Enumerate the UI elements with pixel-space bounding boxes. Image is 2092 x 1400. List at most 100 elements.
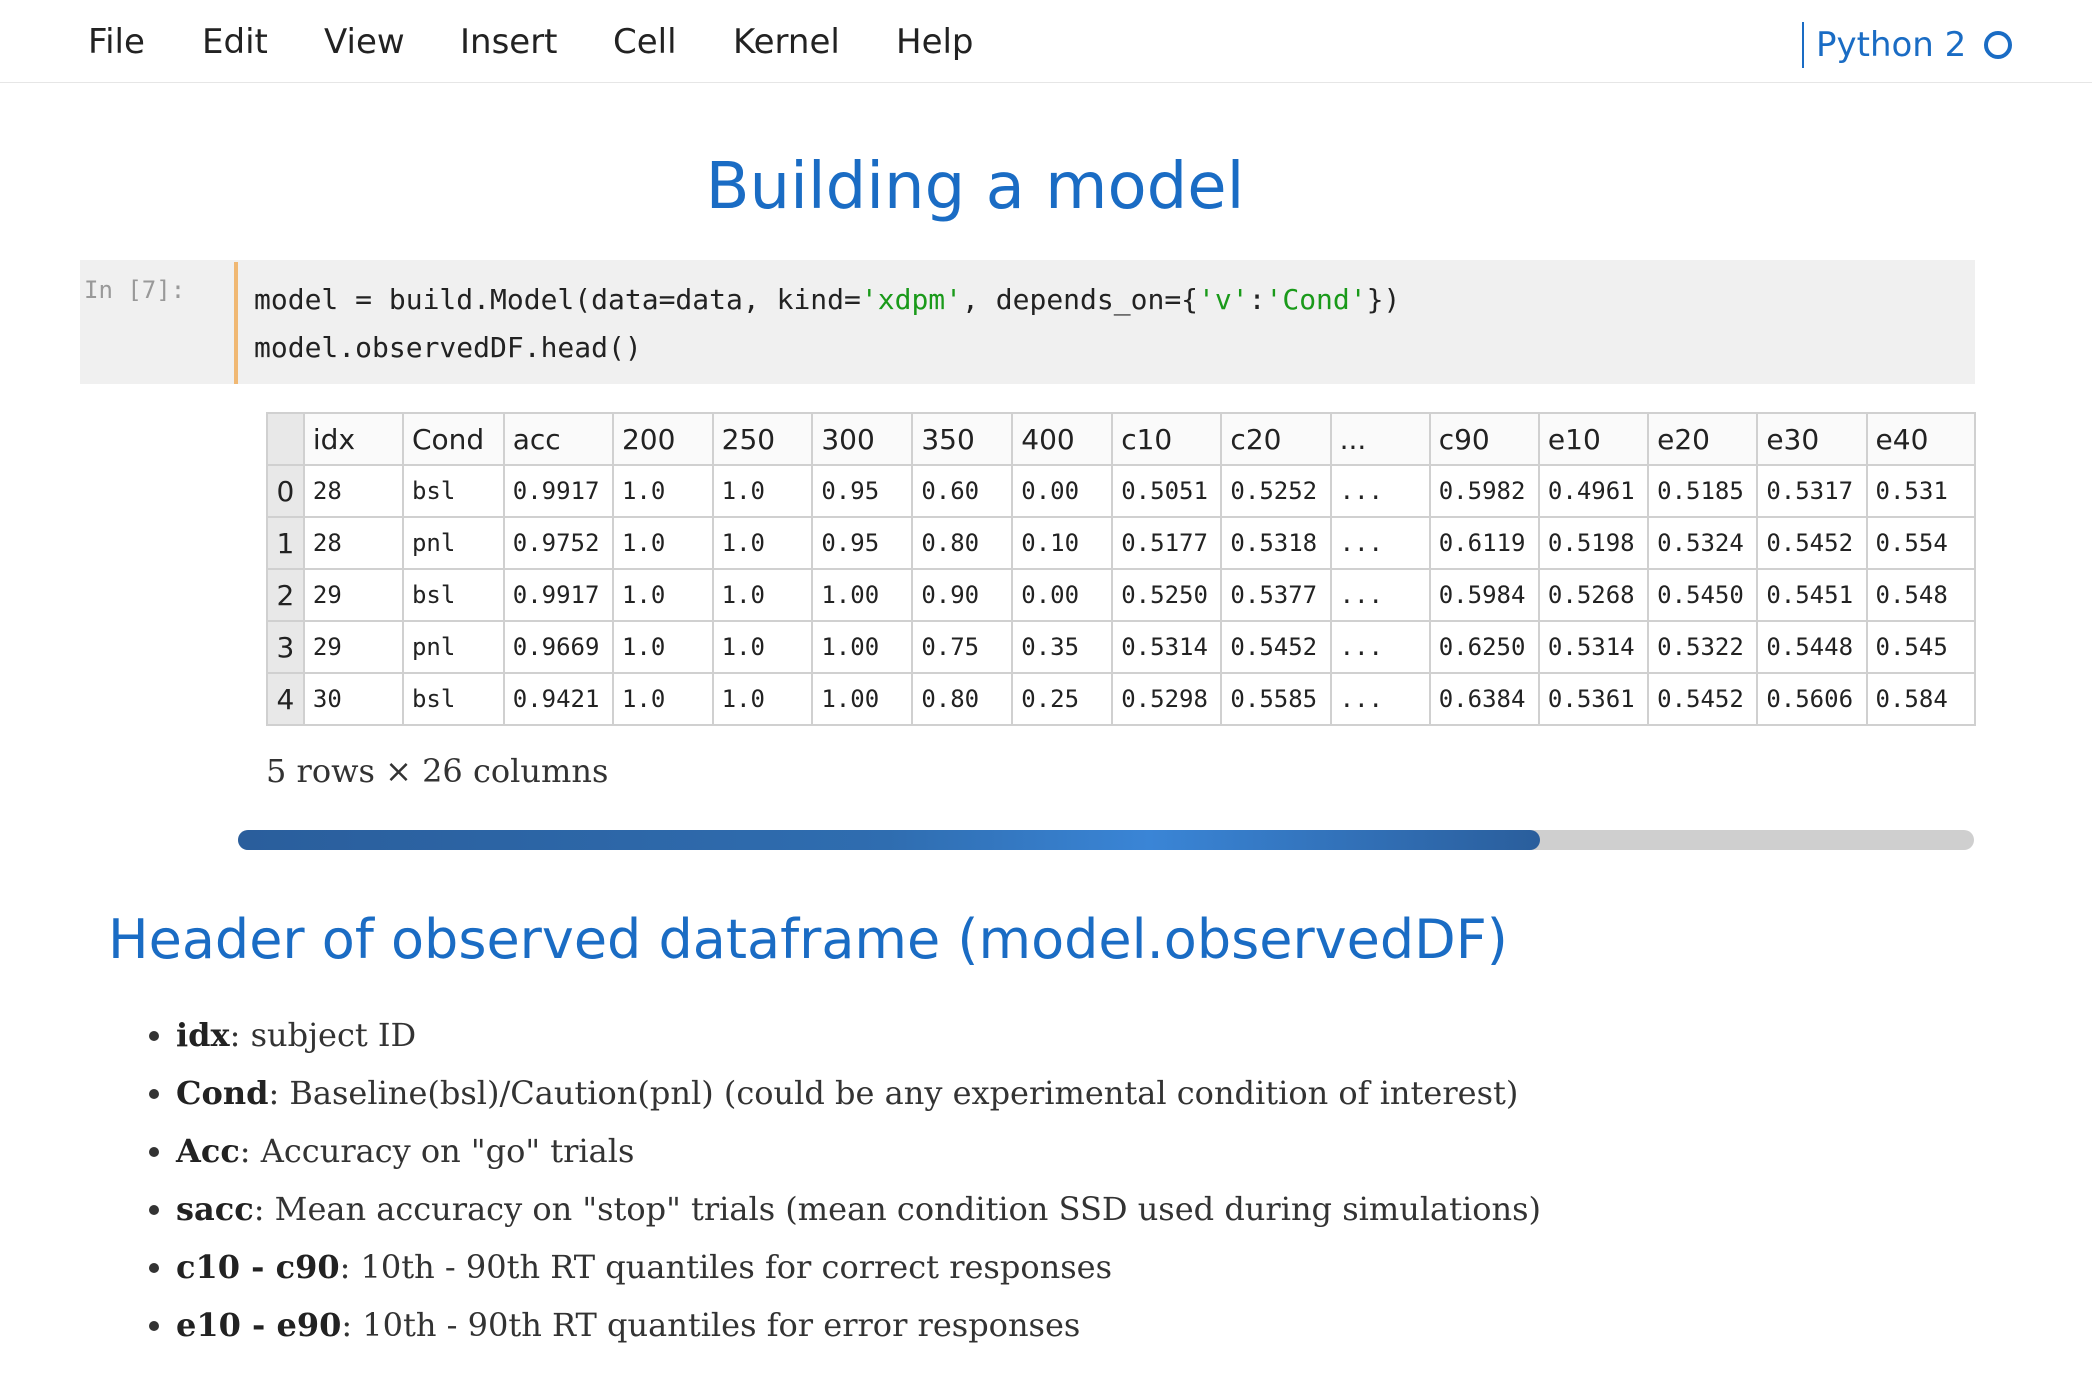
table-cell: 0.6384 <box>1428 672 1540 726</box>
table-cell: 1.0 <box>611 516 714 570</box>
table-cell: 0.5377 <box>1220 568 1332 622</box>
dataframe-table: idx Cond acc 200 250 300 350 400 c10 c20… <box>266 412 1976 726</box>
dataframe-output: idx Cond acc 200 250 300 350 400 c10 c20… <box>266 412 1976 738</box>
list-item-description: : Mean accuracy on "stop" trials (mean c… <box>253 1190 1541 1228</box>
column-header: 400 <box>1011 412 1114 466</box>
column-header: 250 <box>711 412 814 466</box>
code-token: : <box>1248 283 1266 316</box>
column-header: e20 <box>1647 412 1759 466</box>
table-row: 1 28 pnl 0.9752 1.0 1.0 0.95 0.80 0.10 0.5177 0.53… <box>266 516 1976 570</box>
table-cell: 1.0 <box>611 464 714 518</box>
table-cell: pnl <box>401 620 505 674</box>
table-cell: 0.10 <box>1011 516 1114 570</box>
table-cell: 0.5324 <box>1647 516 1759 570</box>
horizontal-scrollbar[interactable] <box>238 830 1974 850</box>
code-string: 'Cond' <box>1265 283 1367 316</box>
column-header: e10 <box>1537 412 1650 466</box>
table-cell: 0.6250 <box>1428 620 1540 674</box>
table-cell: 0.5252 <box>1220 464 1332 518</box>
table-cell: 0.5185 <box>1647 464 1759 518</box>
list-item-description: : Baseline(bsl)/Caution(pnl) (could be a… <box>268 1074 1519 1112</box>
code-token: model.observedDF.head() <box>254 331 642 364</box>
table-cell: 0.5984 <box>1428 568 1540 622</box>
table-cell: 0.5448 <box>1756 620 1868 674</box>
row-index: 2 <box>266 568 305 622</box>
table-cell: 0.9421 <box>502 672 614 726</box>
table-cell: 0.5198 <box>1537 516 1650 570</box>
table-cell: 0.545 <box>1865 620 1976 674</box>
code-token: }) <box>1366 283 1401 316</box>
list-item: Acc: Accuracy on "go" trials <box>176 1122 1541 1180</box>
code-cell-selection-bar <box>234 262 238 384</box>
table-cell: 0.5318 <box>1220 516 1332 570</box>
column-header: c10 <box>1111 412 1223 466</box>
list-item-term: Cond <box>176 1074 269 1112</box>
column-header: c90 <box>1428 412 1540 466</box>
table-cell: 1.00 <box>811 620 914 674</box>
table-cell: 1.0 <box>711 672 814 726</box>
row-index: 4 <box>266 672 305 726</box>
table-cell: 29 <box>302 620 404 674</box>
table-row: 4 30 bsl 0.9421 1.0 1.0 1.00 0.80 0.25 0.5298 0.55… <box>266 672 1976 726</box>
table-cell: 30 <box>302 672 404 726</box>
column-header: idx <box>302 412 404 466</box>
table-cell: 0.60 <box>911 464 1014 518</box>
menu-view[interactable]: View <box>324 22 405 62</box>
table-cell: 0.5361 <box>1537 672 1650 726</box>
table-cell: bsl <box>401 672 505 726</box>
list-item-term: c10 - c90 <box>176 1248 340 1286</box>
column-header: acc <box>502 412 614 466</box>
table-body: 0 28 bsl 0.9917 1.0 1.0 0.95 0.60 0.00 0.5051 0.52… <box>266 464 1976 726</box>
menu-help[interactable]: Help <box>896 22 974 62</box>
table-cell: 0.5452 <box>1220 620 1332 674</box>
table-cell: 0.75 <box>911 620 1014 674</box>
table-cell: 0.95 <box>811 464 914 518</box>
table-cell: bsl <box>401 568 505 622</box>
table-cell: 0.5450 <box>1647 568 1759 622</box>
section-heading: Header of observed dataframe (model.obse… <box>108 908 1508 971</box>
table-cell: 0.5314 <box>1111 620 1223 674</box>
table-cell: 0.4961 <box>1537 464 1650 518</box>
code-string: 'xdpm' <box>860 283 963 316</box>
table-cell: 28 <box>302 516 404 570</box>
kernel-indicator[interactable]: Python 2 <box>1802 22 2013 68</box>
list-item: sacc: Mean accuracy on "stop" trials (me… <box>176 1180 1541 1238</box>
column-header: 350 <box>911 412 1014 466</box>
menu-edit[interactable]: Edit <box>202 22 268 62</box>
menu-bar: File Edit View Insert Cell Kernel Help P… <box>0 0 2092 83</box>
row-index: 1 <box>266 516 305 570</box>
table-cell: 0.80 <box>911 672 1014 726</box>
table-cell: ... <box>1329 672 1431 726</box>
menu-insert[interactable]: Insert <box>460 22 558 62</box>
menu-file[interactable]: File <box>88 22 145 62</box>
table-cell: 0.00 <box>1011 464 1114 518</box>
table-cell: 0.5051 <box>1111 464 1223 518</box>
code-token: model = build.Model(data=data, kind= <box>254 283 861 316</box>
list-item-description: : 10th - 90th RT quantiles for correct r… <box>339 1248 1112 1286</box>
table-cell: 0.35 <box>1011 620 1114 674</box>
table-cell: 0.5177 <box>1111 516 1223 570</box>
table-row: 3 29 pnl 0.9669 1.0 1.0 1.00 0.75 0.35 0.5314 0.54… <box>266 620 1976 674</box>
table-cell: 0.9752 <box>502 516 614 570</box>
table-cell: 1.0 <box>611 568 714 622</box>
table-cell: 0.6119 <box>1428 516 1540 570</box>
code-text[interactable]: model = build.Model(data=data, kind='xdp… <box>254 276 1400 372</box>
table-cell: 0.5298 <box>1111 672 1223 726</box>
table-cell: 1.0 <box>711 620 814 674</box>
column-header: 300 <box>811 412 914 466</box>
scrollbar-thumb[interactable] <box>238 830 1540 850</box>
list-item-term: e10 - e90 <box>176 1306 342 1344</box>
menu-kernel[interactable]: Kernel <box>733 22 840 62</box>
menu-cell[interactable]: Cell <box>613 22 677 62</box>
table-cell: ... <box>1329 516 1431 570</box>
table-cell: 0.5606 <box>1756 672 1868 726</box>
column-header: 200 <box>611 412 714 466</box>
list-item-term: Acc <box>176 1132 240 1170</box>
table-cell: 1.0 <box>711 464 814 518</box>
table-cell: 0.9917 <box>502 568 614 622</box>
list-item-description: : 10th - 90th RT quantiles for error res… <box>341 1306 1081 1344</box>
table-cell: 0.5452 <box>1756 516 1868 570</box>
column-header: c20 <box>1220 412 1332 466</box>
table-cell: ... <box>1329 568 1431 622</box>
table-cell: 1.0 <box>611 620 714 674</box>
